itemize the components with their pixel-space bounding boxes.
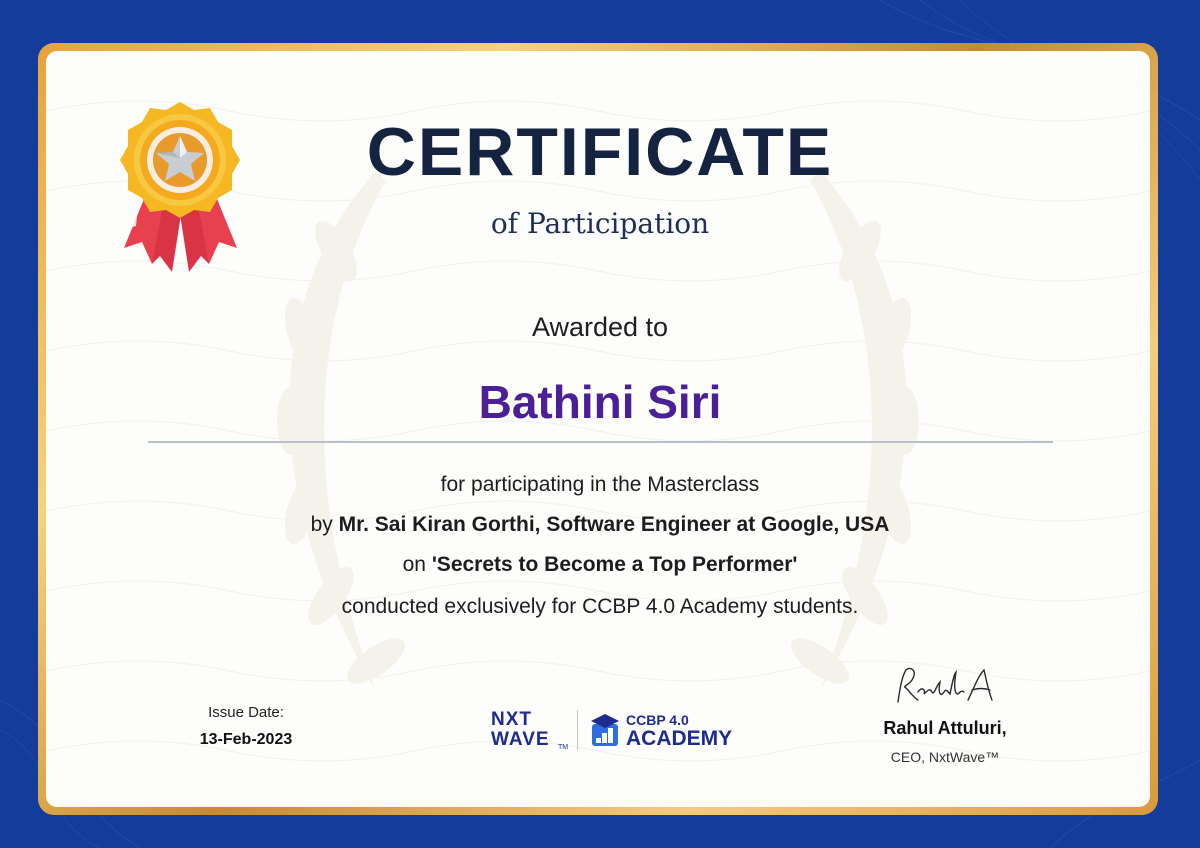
ccbp-logo-text: CCBP 4.0 [626,712,689,728]
logo-separator [577,710,578,750]
speaker-name: Mr. Sai Kiran Gorthi, Software Engineer … [338,513,890,536]
signer-name: Rahul Attuluri, [883,718,1007,738]
signer-title: CEO, NxtWave™ [890,749,1000,765]
line3-prefix: on [402,553,432,576]
issue-date-value: 13-Feb-2023 [199,731,293,748]
nxtwave-logo-top: NXT [491,709,532,730]
description-line-1: for participating in the Masterclass [440,473,760,496]
issue-date-label: Issue Date: [208,704,284,721]
awarded-label: Awarded to [531,312,669,342]
signature-image [897,667,993,703]
certificate-subtitle: of Participation [490,207,710,240]
recipient-name: Bathini Siri [478,376,722,428]
line2-prefix: by [310,513,339,536]
masterclass-topic: 'Secrets to Become a Top Performer' [431,553,798,576]
nxtwave-logo-bottom: WAVE [491,729,550,750]
description-line-2: by Mr. Sai Kiran Gorthi, Software Engine… [0,510,1200,540]
nxtwave-trademark: TM [558,744,569,751]
graduation-cap-icon [591,714,619,746]
description-line-4: conducted exclusively for CCBP 4.0 Acade… [341,595,859,618]
certificate-title: CERTIFICATE [366,114,834,190]
brand-logos: NXT WAVE TM CCBP 4.0 ACADEMY [485,706,745,756]
name-divider [148,441,1053,443]
academy-logo-text: ACADEMY [626,727,733,750]
description-line-3: on 'Secrets to Become a Top Performer' [0,550,1200,580]
